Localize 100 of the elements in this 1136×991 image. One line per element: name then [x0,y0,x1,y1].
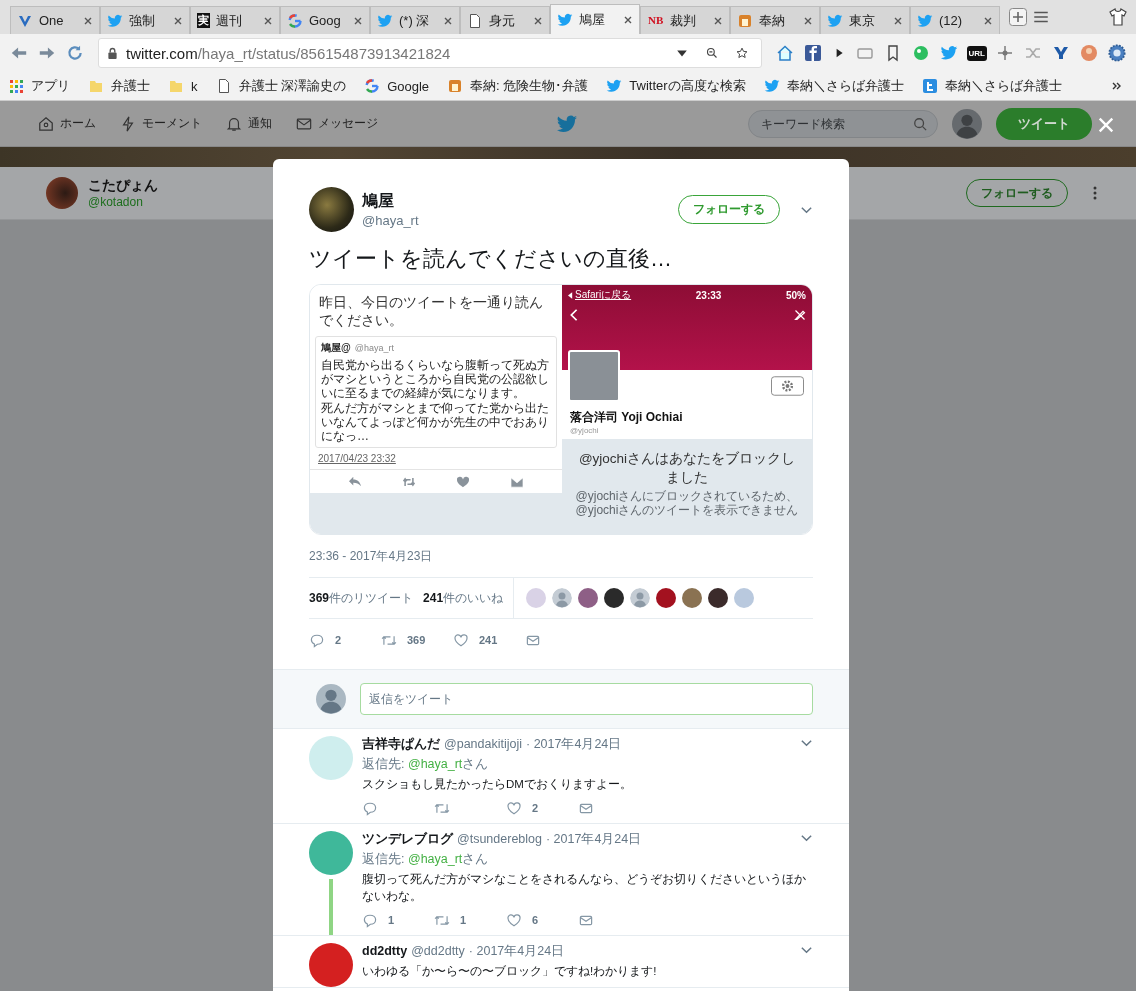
close-icon[interactable] [443,15,453,26]
close-icon[interactable] [83,15,93,26]
avatar[interactable] [708,588,729,608]
reply-text: 腹切って死んだ方がマシなことをされるんなら、どうぞお切りくださいというほかないわな。 [362,872,807,905]
author-handle[interactable]: @haya_rt [362,213,419,228]
close-icon[interactable] [173,15,183,26]
chevron-down-icon[interactable] [800,738,813,748]
more-icon[interactable] [1092,185,1098,201]
f-logo-icon[interactable] [803,44,822,62]
heart-icon[interactable] [506,912,522,928]
reply-icon[interactable] [362,912,378,928]
retweet-icon [402,476,416,488]
avatar-silhouette-icon[interactable] [552,588,573,608]
nav-item[interactable]: メッセージ [296,115,378,132]
close-icon[interactable] [263,15,273,26]
avatar-silhouette-icon[interactable] [952,108,982,139]
browser-tab[interactable]: (*) 深 [370,6,460,34]
new-tab-icon[interactable] [1008,7,1028,27]
gear-icon[interactable] [1108,44,1126,62]
reply-date[interactable]: · 2017年4月24日 [545,831,642,848]
close-icon[interactable] [713,15,723,26]
action-count: 6 [532,914,539,926]
chevron-down-icon[interactable] [800,833,813,843]
quote-text: 死んだ方がマシとまで仰ってた党から出たいなんてよっぽど何かが先生の中でおありになっ… [321,401,550,443]
browser-tab[interactable]: 強制 [100,6,190,34]
profile-name[interactable]: こたぴょん [88,177,158,195]
t-square-icon [921,78,938,94]
star-icon[interactable] [735,47,748,59]
nav-item[interactable]: 通知 [226,115,272,132]
search-field[interactable]: キーワード検索 [748,109,938,138]
browser-tab[interactable]: 東京 [820,6,910,34]
home-icon[interactable] [775,44,794,62]
close-icon[interactable] [353,15,363,26]
tweet-button[interactable]: ツイート [996,107,1092,140]
author-handle[interactable]: @tsundereblog [457,832,542,846]
author-handle[interactable]: @dd2dtty [411,944,465,958]
screenshot-image[interactable] [309,284,813,535]
browser-tab[interactable]: One [10,6,100,34]
avatar[interactable] [604,588,625,608]
follow-button[interactable]: フォローする [678,195,780,224]
close-icon[interactable] [623,14,633,25]
reply-date[interactable]: · 2017年4月24日 [526,736,622,753]
move-icon[interactable] [996,44,1014,62]
browser-tab[interactable]: 実 週刊 [190,6,280,34]
browser-tab[interactable]: NB 裁判 [640,6,730,34]
avatar-silhouette-icon[interactable] [630,588,651,608]
reply-icon[interactable] [309,632,325,648]
bookmark-item[interactable]: アプリ [8,77,70,95]
avatar[interactable] [46,177,78,209]
avatar[interactable] [656,588,677,608]
bookmark-item[interactable]: 弁護士 [88,77,150,95]
avatar[interactable] [309,187,354,232]
browser-tab[interactable]: Goog [280,6,370,34]
bookmark-item[interactable]: 奉納: 危険生物･弁護 [447,77,589,95]
folder-icon [88,78,104,94]
reply-date[interactable]: · 2017年4月24日 [468,943,565,960]
browser-tab[interactable]: 鳩屋 [550,4,640,34]
close-icon[interactable] [533,15,543,26]
shirt-icon[interactable] [1108,7,1128,27]
bookmark-item[interactable]: k [168,78,198,94]
author-handle[interactable]: @pandakitijoji [444,737,522,751]
tweet-timestamp[interactable]: 23:36 - 2017年4月23日 [309,548,813,565]
url-badge[interactable]: URL [966,45,987,61]
zoom-icon[interactable] [705,47,718,59]
action-count: 369 [407,634,426,646]
retweet-count[interactable]: 369件のリツイート [309,589,414,607]
reload-icon[interactable] [66,44,84,62]
author-name[interactable]: 吉祥寺ぱんだ [362,736,440,753]
bird-icon[interactable] [939,44,958,62]
y-logo-icon[interactable] [1052,44,1070,62]
bookmark-item[interactable]: Google [364,78,430,94]
heart-icon[interactable] [506,800,522,816]
heart-icon[interactable] [453,632,469,648]
browser-tab[interactable]: 奉納 [730,6,820,34]
bird-icon [377,12,393,29]
chevron-down-icon[interactable] [800,945,813,955]
like-count[interactable]: 241件のいいね [423,589,504,607]
bookmark-item[interactable]: Twitterの高度な検索 [606,77,746,95]
close-icon[interactable] [983,15,993,26]
author-name[interactable]: ツンデレブログ [362,831,453,848]
address-bar[interactable]: twitter.com/haya_rt/status/856154873913421824 [98,38,762,68]
tweet-date: 2017/04/23 23:32 [318,453,397,464]
author-name[interactable]: 鳩屋 [362,191,419,212]
profile-name: 落合洋司 Yoji Ochiai [569,409,684,426]
nav-item[interactable]: ホーム [38,115,96,132]
browser-tab[interactable]: (12) [910,6,1000,34]
reply-icon[interactable] [362,800,378,816]
browser-tab[interactable]: 身元 [460,6,550,34]
bookmark-item[interactable]: 奉納＼さらば弁護士 [763,77,904,95]
bookmark-item[interactable]: 奉納＼さらば弁護士 [921,77,1062,95]
nav-item[interactable]: モーメント [120,115,202,132]
double-chevron-icon[interactable] [1111,80,1123,92]
chevron-down-icon[interactable] [800,204,813,215]
bookmark-item[interactable]: 弁護士 深澤諭史の [215,77,347,95]
author-name[interactable]: dd2dtty [362,944,408,958]
close-icon[interactable] [893,15,903,26]
reply-input[interactable]: 返信をツイート [360,683,813,715]
close-icon[interactable] [803,15,813,26]
action-count: 1 [388,914,395,926]
circle-picture-icon[interactable] [1080,44,1098,62]
